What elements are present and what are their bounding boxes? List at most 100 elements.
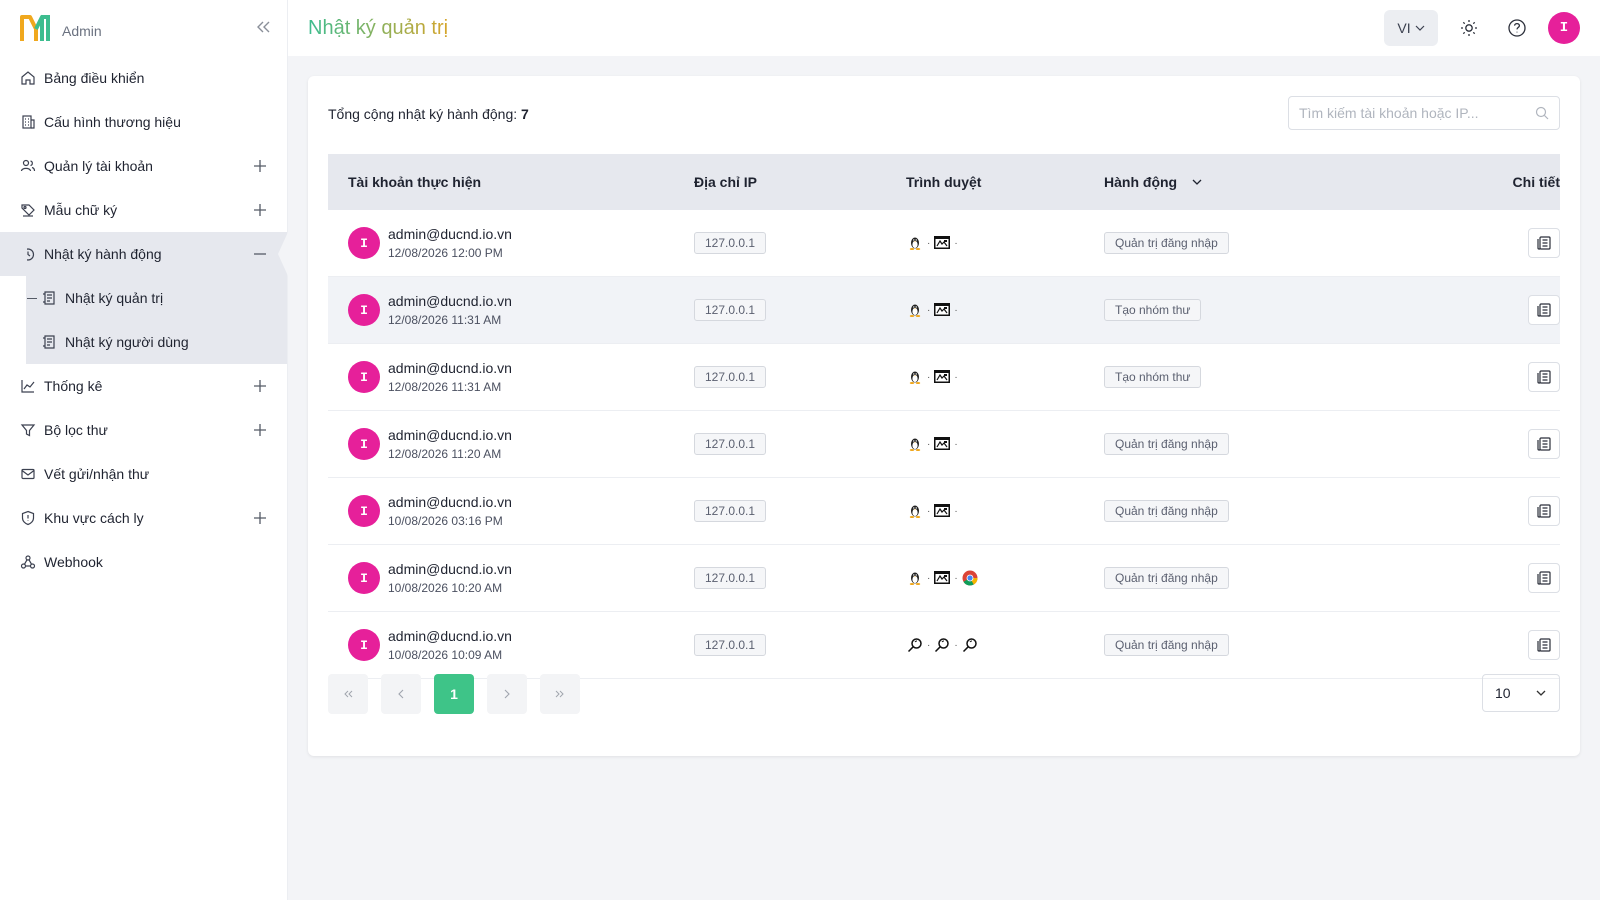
account-info: admin@ducnd.io.vn 12/08/2026 11:31 AM: [388, 293, 512, 327]
header-actions: VI I: [1384, 10, 1580, 46]
ip-tag: 127.0.0.1: [694, 299, 767, 321]
document-icon: [1537, 236, 1551, 250]
table-row: Iadmin@ducnd.io.vn 10/08/2026 10:20 AM 127…: [328, 545, 1560, 612]
minus-icon[interactable]: [253, 247, 267, 261]
view-detail-button[interactable]: [1528, 429, 1560, 459]
detail-cell: [1404, 362, 1560, 392]
action-timestamp: 10/08/2026 10:09 AM: [388, 648, 503, 662]
previous-page-button[interactable]: [381, 674, 421, 714]
sidebar-item-mail-trace[interactable]: Vết gửi/nhận thư: [0, 452, 287, 496]
page-button-current[interactable]: 1: [434, 674, 474, 714]
log-icon: [43, 335, 55, 349]
sidebar-item-admin-logs[interactable]: Nhật ký quản trị: [27, 276, 287, 320]
account-info: admin@ducnd.io.vn 10/08/2026 10:09 AM: [388, 628, 512, 662]
action-cell: Quản trị đăng nhập: [1104, 567, 1404, 589]
sidebar-item-action-logs[interactable]: Nhật ký hành động: [0, 232, 288, 276]
collapse-sidebar-icon[interactable]: [253, 17, 273, 37]
column-header-account: Tài khoản thực hiện: [348, 174, 482, 190]
action-cell: Quản trị đăng nhập: [1104, 433, 1404, 455]
action-tag: Quản trị đăng nhập: [1104, 634, 1229, 656]
total-label: Tổng cộng nhật ký hành động:: [328, 106, 522, 122]
mail-icon: [21, 468, 35, 480]
separator: ·: [927, 572, 931, 584]
help-button[interactable]: [1500, 11, 1534, 45]
last-page-button[interactable]: [540, 674, 580, 714]
search-icon[interactable]: [1535, 106, 1549, 120]
action-cell: Quản trị đăng nhập: [1104, 500, 1404, 522]
sidebar-item-statistics[interactable]: Thống kê: [0, 364, 287, 408]
column-header-ip: Địa chỉ IP: [694, 174, 758, 190]
linux-icon: [906, 569, 924, 587]
account-info: admin@ducnd.io.vn 12/08/2026 11:31 AM: [388, 360, 512, 394]
linux-icon: [906, 301, 924, 319]
page-size-select[interactable]: 10: [1482, 674, 1560, 712]
separator: ·: [927, 505, 931, 517]
view-detail-button[interactable]: [1528, 362, 1560, 392]
user-avatar[interactable]: I: [1548, 12, 1580, 44]
detail-cell: [1404, 295, 1560, 325]
sidebar-item-webhook[interactable]: Webhook: [0, 540, 287, 584]
brand: Admin: [0, 0, 287, 56]
sidebar-item-signature-templates[interactable]: Mẫu chữ ký: [0, 188, 287, 232]
browser-cell: · ·: [906, 368, 1104, 386]
detail-cell: [1404, 630, 1560, 660]
action-timestamp: 10/08/2026 03:16 PM: [388, 514, 503, 528]
column-header-action[interactable]: Hành động: [1104, 174, 1404, 190]
plus-icon[interactable]: [253, 203, 267, 217]
search-icon: [906, 636, 924, 654]
separator: ·: [954, 304, 958, 316]
theme-toggle-button[interactable]: [1452, 11, 1486, 45]
account-email: admin@ducnd.io.vn: [388, 561, 512, 577]
unknown-browser-icon: [933, 234, 951, 252]
account-cell: Iadmin@ducnd.io.vn 12/08/2026 11:20 AM: [328, 427, 694, 461]
top-header: Nhật ký quản trị VI I: [288, 0, 1600, 56]
view-detail-button[interactable]: [1528, 295, 1560, 325]
browser-cell: · ·: [906, 502, 1104, 520]
sidebar-item-accounts[interactable]: Quản lý tài khoản: [0, 144, 287, 188]
browser-cell: · ·: [906, 301, 1104, 319]
logo-icon: [20, 15, 50, 41]
next-page-button[interactable]: [487, 674, 527, 714]
view-detail-button[interactable]: [1528, 563, 1560, 593]
plus-icon[interactable]: [253, 423, 267, 437]
ip-cell: 127.0.0.1: [694, 567, 906, 589]
linux-icon: [906, 368, 924, 386]
ip-cell: 127.0.0.1: [694, 232, 906, 254]
chevron-down-icon[interactable]: [1191, 176, 1203, 188]
table-row: Iadmin@ducnd.io.vn 12/08/2026 11:31 AM 127…: [328, 344, 1560, 411]
sidebar-item-label: Khu vực cách ly: [44, 510, 144, 526]
sidebar-item-quarantine[interactable]: Khu vực cách ly: [0, 496, 287, 540]
admin-label: Admin: [62, 23, 102, 39]
view-detail-button[interactable]: [1528, 496, 1560, 526]
action-cell: Tạo nhóm thư: [1104, 366, 1404, 388]
avatar: I: [348, 495, 380, 527]
search-field[interactable]: [1288, 96, 1560, 130]
sidebar-item-mail-filter[interactable]: Bộ lọc thư: [0, 408, 287, 452]
detail-cell: [1404, 228, 1560, 258]
action-timestamp: 10/08/2026 10:20 AM: [388, 581, 503, 595]
action-cell: Quản trị đăng nhập: [1104, 634, 1404, 656]
separator: ·: [927, 371, 931, 383]
double-chevron-left-icon: [344, 690, 353, 698]
separator: ·: [954, 237, 958, 249]
plus-icon[interactable]: [253, 511, 267, 525]
sidebar-menu: Bảng điều khiển Cấu hình thương hiệu Quả…: [0, 56, 288, 276]
sidebar-item-branding[interactable]: Cấu hình thương hiệu: [0, 100, 287, 144]
ip-cell: 127.0.0.1: [694, 299, 906, 321]
ip-cell: 127.0.0.1: [694, 634, 906, 656]
plus-icon[interactable]: [253, 159, 267, 173]
view-detail-button[interactable]: [1528, 228, 1560, 258]
sidebar-item-label: Quản lý tài khoản: [44, 158, 153, 174]
plus-icon[interactable]: [253, 379, 267, 393]
sidebar: Admin Bảng điều khiển Cấu hình thương hi…: [0, 0, 288, 900]
account-cell: Iadmin@ducnd.io.vn 10/08/2026 03:16 PM: [328, 494, 694, 528]
sidebar-item-dashboard[interactable]: Bảng điều khiển: [0, 56, 287, 100]
ip-tag: 127.0.0.1: [694, 634, 767, 656]
language-selector[interactable]: VI: [1384, 10, 1438, 46]
sidebar-item-user-logs[interactable]: Nhật ký người dùng: [27, 320, 287, 364]
search-input[interactable]: [1299, 105, 1535, 121]
view-detail-button[interactable]: [1528, 630, 1560, 660]
first-page-button[interactable]: [328, 674, 368, 714]
chrome-icon: [961, 569, 979, 587]
action-timestamp: 12/08/2026 11:31 AM: [388, 313, 502, 327]
